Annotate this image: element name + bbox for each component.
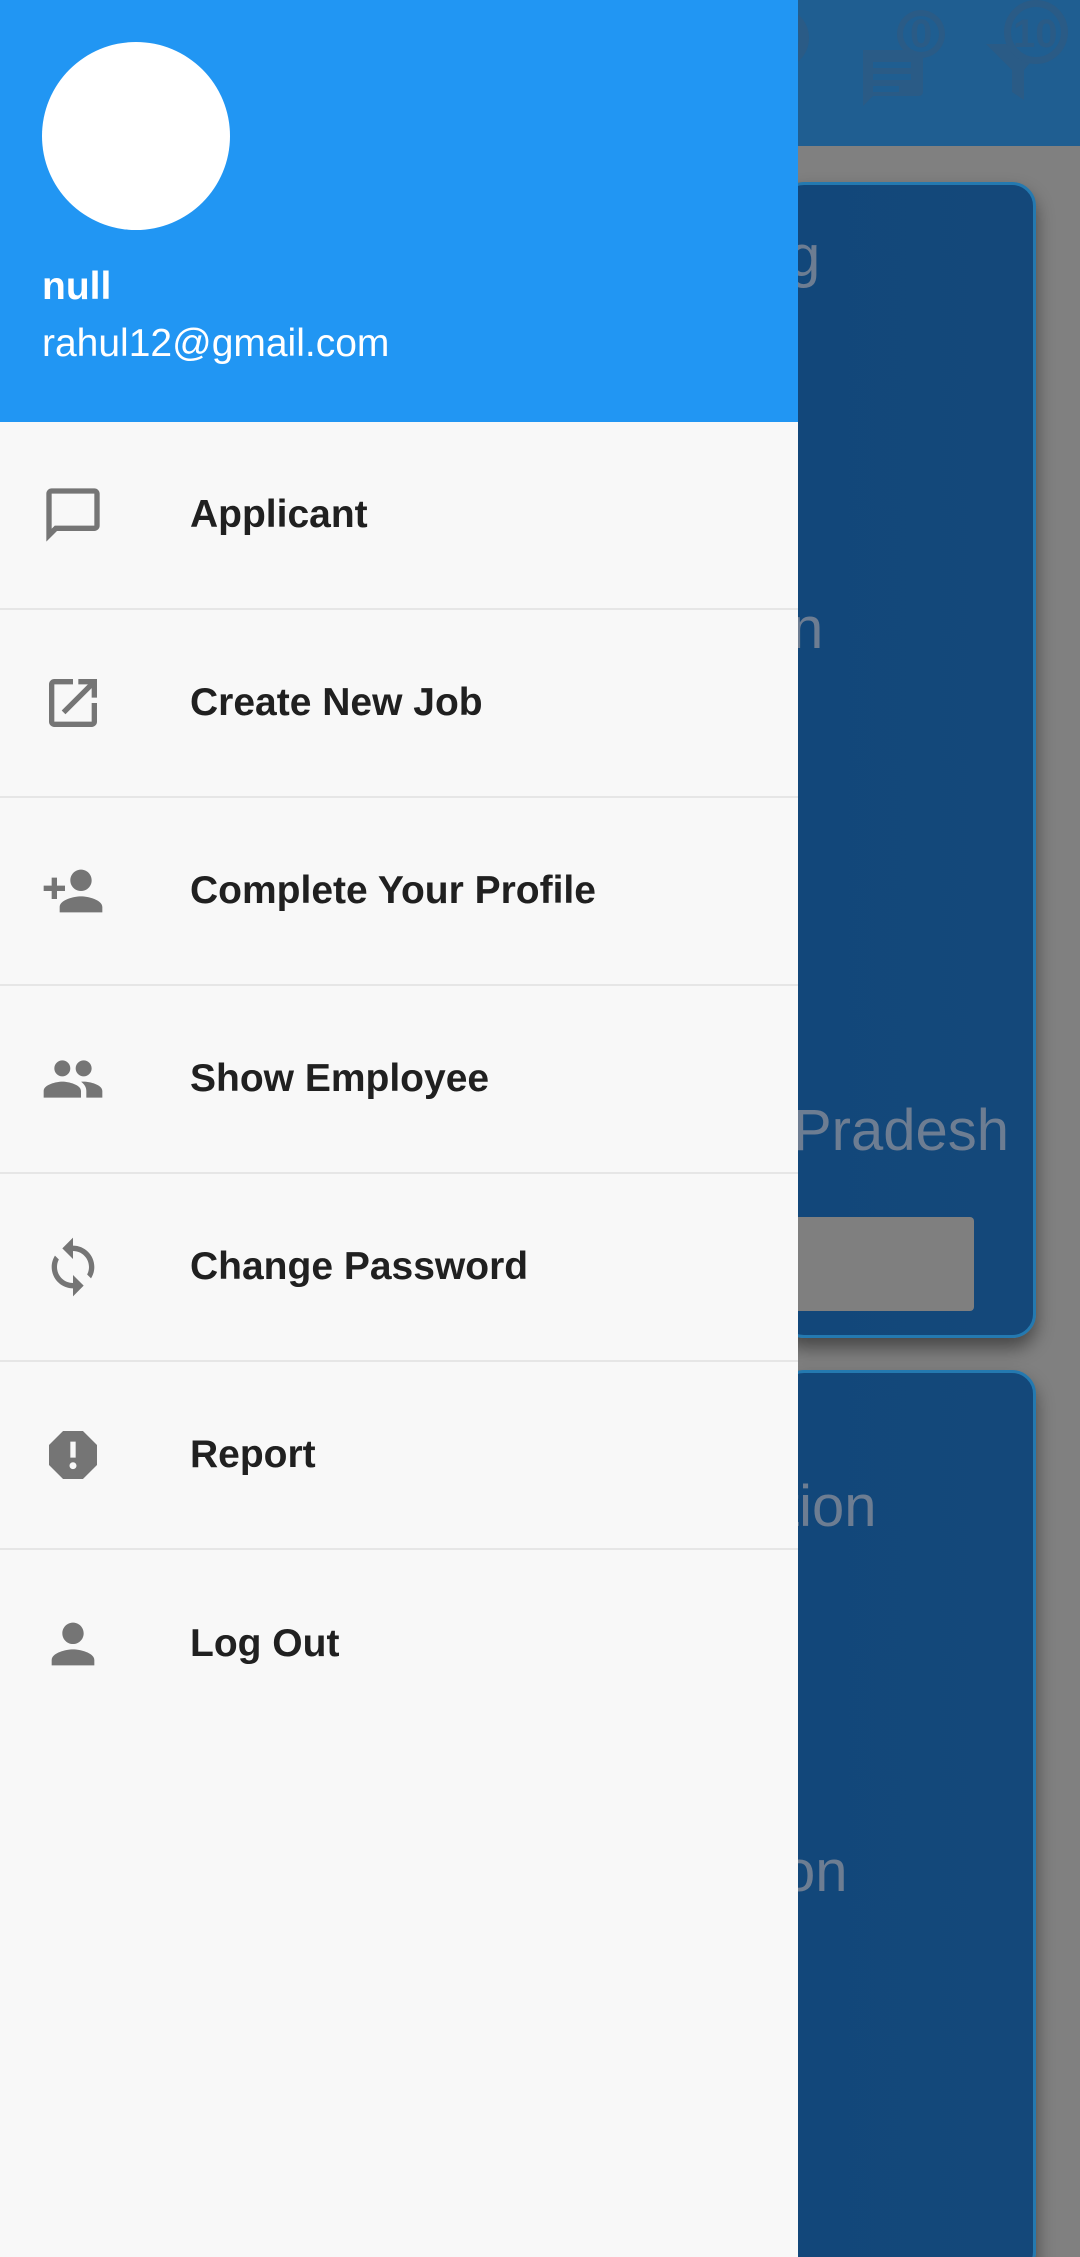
card-button <box>783 1217 974 1311</box>
menu-item-create-new-job[interactable]: Create New Job <box>0 610 798 798</box>
menu-item-complete-profile[interactable]: Complete Your Profile <box>0 798 798 986</box>
filter-icon[interactable]: 10 <box>980 0 1080 110</box>
menu-item-show-employee[interactable]: Show Employee <box>0 986 798 1174</box>
menu-item-label: Applicant <box>190 493 368 536</box>
avatar[interactable] <box>42 42 230 230</box>
chat-bubble-outline-icon <box>41 483 105 547</box>
menu-item-label: Log Out <box>190 1622 340 1665</box>
people-icon <box>41 1047 105 1111</box>
filter-badge: 10 <box>1013 12 1058 56</box>
messages-badge: 0 <box>910 12 933 56</box>
report-alert-icon <box>41 1423 105 1487</box>
menu-item-label: Change Password <box>190 1245 529 1288</box>
menu-item-applicant[interactable]: Applicant <box>0 422 798 610</box>
menu-item-label: Report <box>190 1433 316 1476</box>
menu-item-label: Complete Your Profile <box>190 869 596 912</box>
person-add-icon <box>41 859 105 923</box>
background-job-card-1[interactable]: g n Pradesh <box>780 182 1036 1338</box>
drawer-menu: Applicant Create New Job Complete Your P… <box>0 422 798 1738</box>
account-name: null <box>42 265 112 308</box>
account-email: rahul12@gmail.com <box>42 322 390 365</box>
background-job-card-2[interactable]: tion on <box>780 1370 1036 2257</box>
card-text-fragment: Pradesh <box>793 1098 1010 1163</box>
open-in-new-icon <box>41 671 105 735</box>
sync-icon <box>41 1235 105 1299</box>
person-icon <box>41 1612 105 1676</box>
menu-item-report[interactable]: Report <box>0 1362 798 1550</box>
menu-item-label: Show Employee <box>190 1057 490 1100</box>
menu-item-log-out[interactable]: Log Out <box>0 1550 798 1738</box>
menu-item-label: Create New Job <box>190 681 483 724</box>
menu-item-change-password[interactable]: Change Password <box>0 1174 798 1362</box>
messages-icon[interactable]: 0 <box>855 10 965 120</box>
drawer-header: null rahul12@gmail.com <box>0 0 798 422</box>
navigation-drawer: null rahul12@gmail.com Applicant Create … <box>0 0 798 2257</box>
